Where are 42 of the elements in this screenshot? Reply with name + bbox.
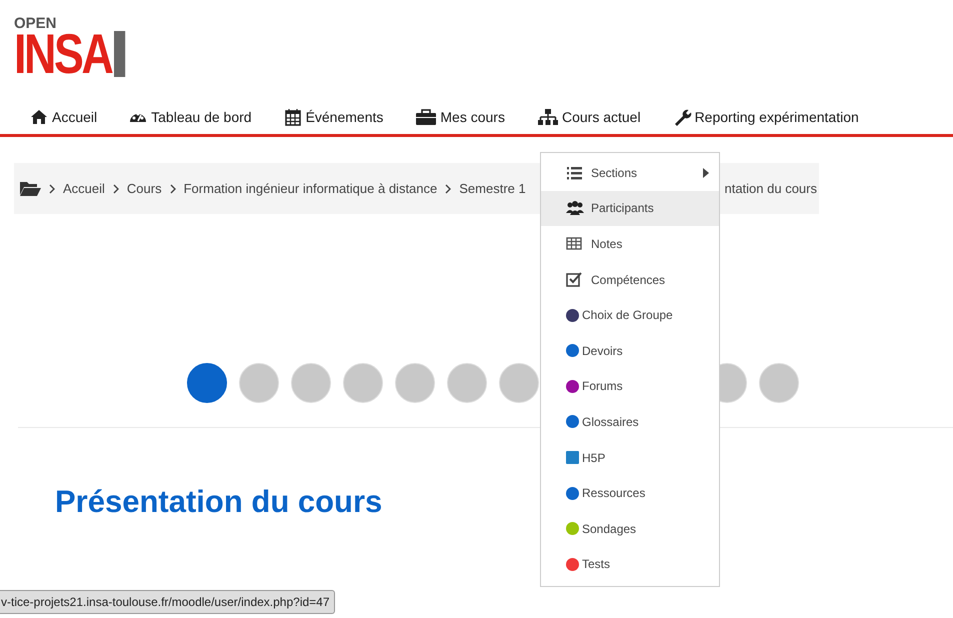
folder-icon: [19, 180, 41, 197]
breadcrumb-item: ntation du cours: [724, 180, 817, 198]
menu-item[interactable]: Choix de Groupe: [541, 297, 719, 333]
nav-link[interactable]: Reporting expérimentation: [672, 107, 859, 134]
wrench-icon: [672, 108, 692, 127]
menu-item[interactable]: Notes: [541, 226, 719, 262]
list-icon: [566, 164, 584, 181]
calendar-icon: [284, 108, 303, 127]
table-icon: [566, 236, 584, 252]
chevron-icon: [49, 184, 56, 194]
breadcrumb-link[interactable]: Accueil: [63, 178, 105, 198]
menu-item[interactable]: Forums: [541, 368, 719, 404]
check-icon: [566, 272, 584, 288]
home-icon: [30, 108, 49, 127]
logo-top-text: OPEN: [14, 16, 57, 31]
nav-link[interactable]: Mes cours: [415, 107, 505, 134]
breadcrumb-link[interactable]: Semestre 1: [459, 178, 526, 198]
menu-item[interactable]: Participants: [541, 190, 719, 226]
carousel-dot[interactable]: [187, 363, 227, 403]
nav-link[interactable]: Accueil: [30, 107, 98, 134]
chevron-icon: [112, 184, 120, 194]
nav-link[interactable]: Cours actuel: [536, 107, 641, 134]
briefcase-icon: [415, 108, 438, 127]
page-heading: Présentation du cours: [55, 483, 382, 520]
breadcrumb-link[interactable]: Formation ingénieur informatique à distance: [184, 178, 438, 198]
users-icon: [566, 200, 584, 216]
menu-item[interactable]: Sondages: [541, 510, 719, 547]
menu-item[interactable]: H5P: [541, 440, 719, 476]
menu-item[interactable]: Ressources: [541, 475, 719, 511]
nav-link[interactable]: Événements: [284, 107, 384, 134]
menu-item[interactable]: Sections: [541, 155, 719, 191]
nav-link[interactable]: Tableau de bord: [129, 107, 252, 134]
sitemap-icon: [536, 108, 559, 127]
logo[interactable]: INSA: [14, 31, 126, 77]
status-url: v-tice-projets21.insa-toulouse.fr/moodle/user/index.php?id=47: [0, 590, 335, 614]
chevron-icon: [170, 184, 177, 194]
chevron-icon: [445, 184, 452, 194]
menu-item[interactable]: Glossaires: [541, 404, 719, 440]
menu-item[interactable]: Tests: [541, 546, 719, 582]
menu-item[interactable]: Compétences: [541, 262, 719, 298]
breadcrumb-link[interactable]: Cours: [126, 178, 162, 198]
menu-item[interactable]: Devoirs: [541, 332, 719, 369]
